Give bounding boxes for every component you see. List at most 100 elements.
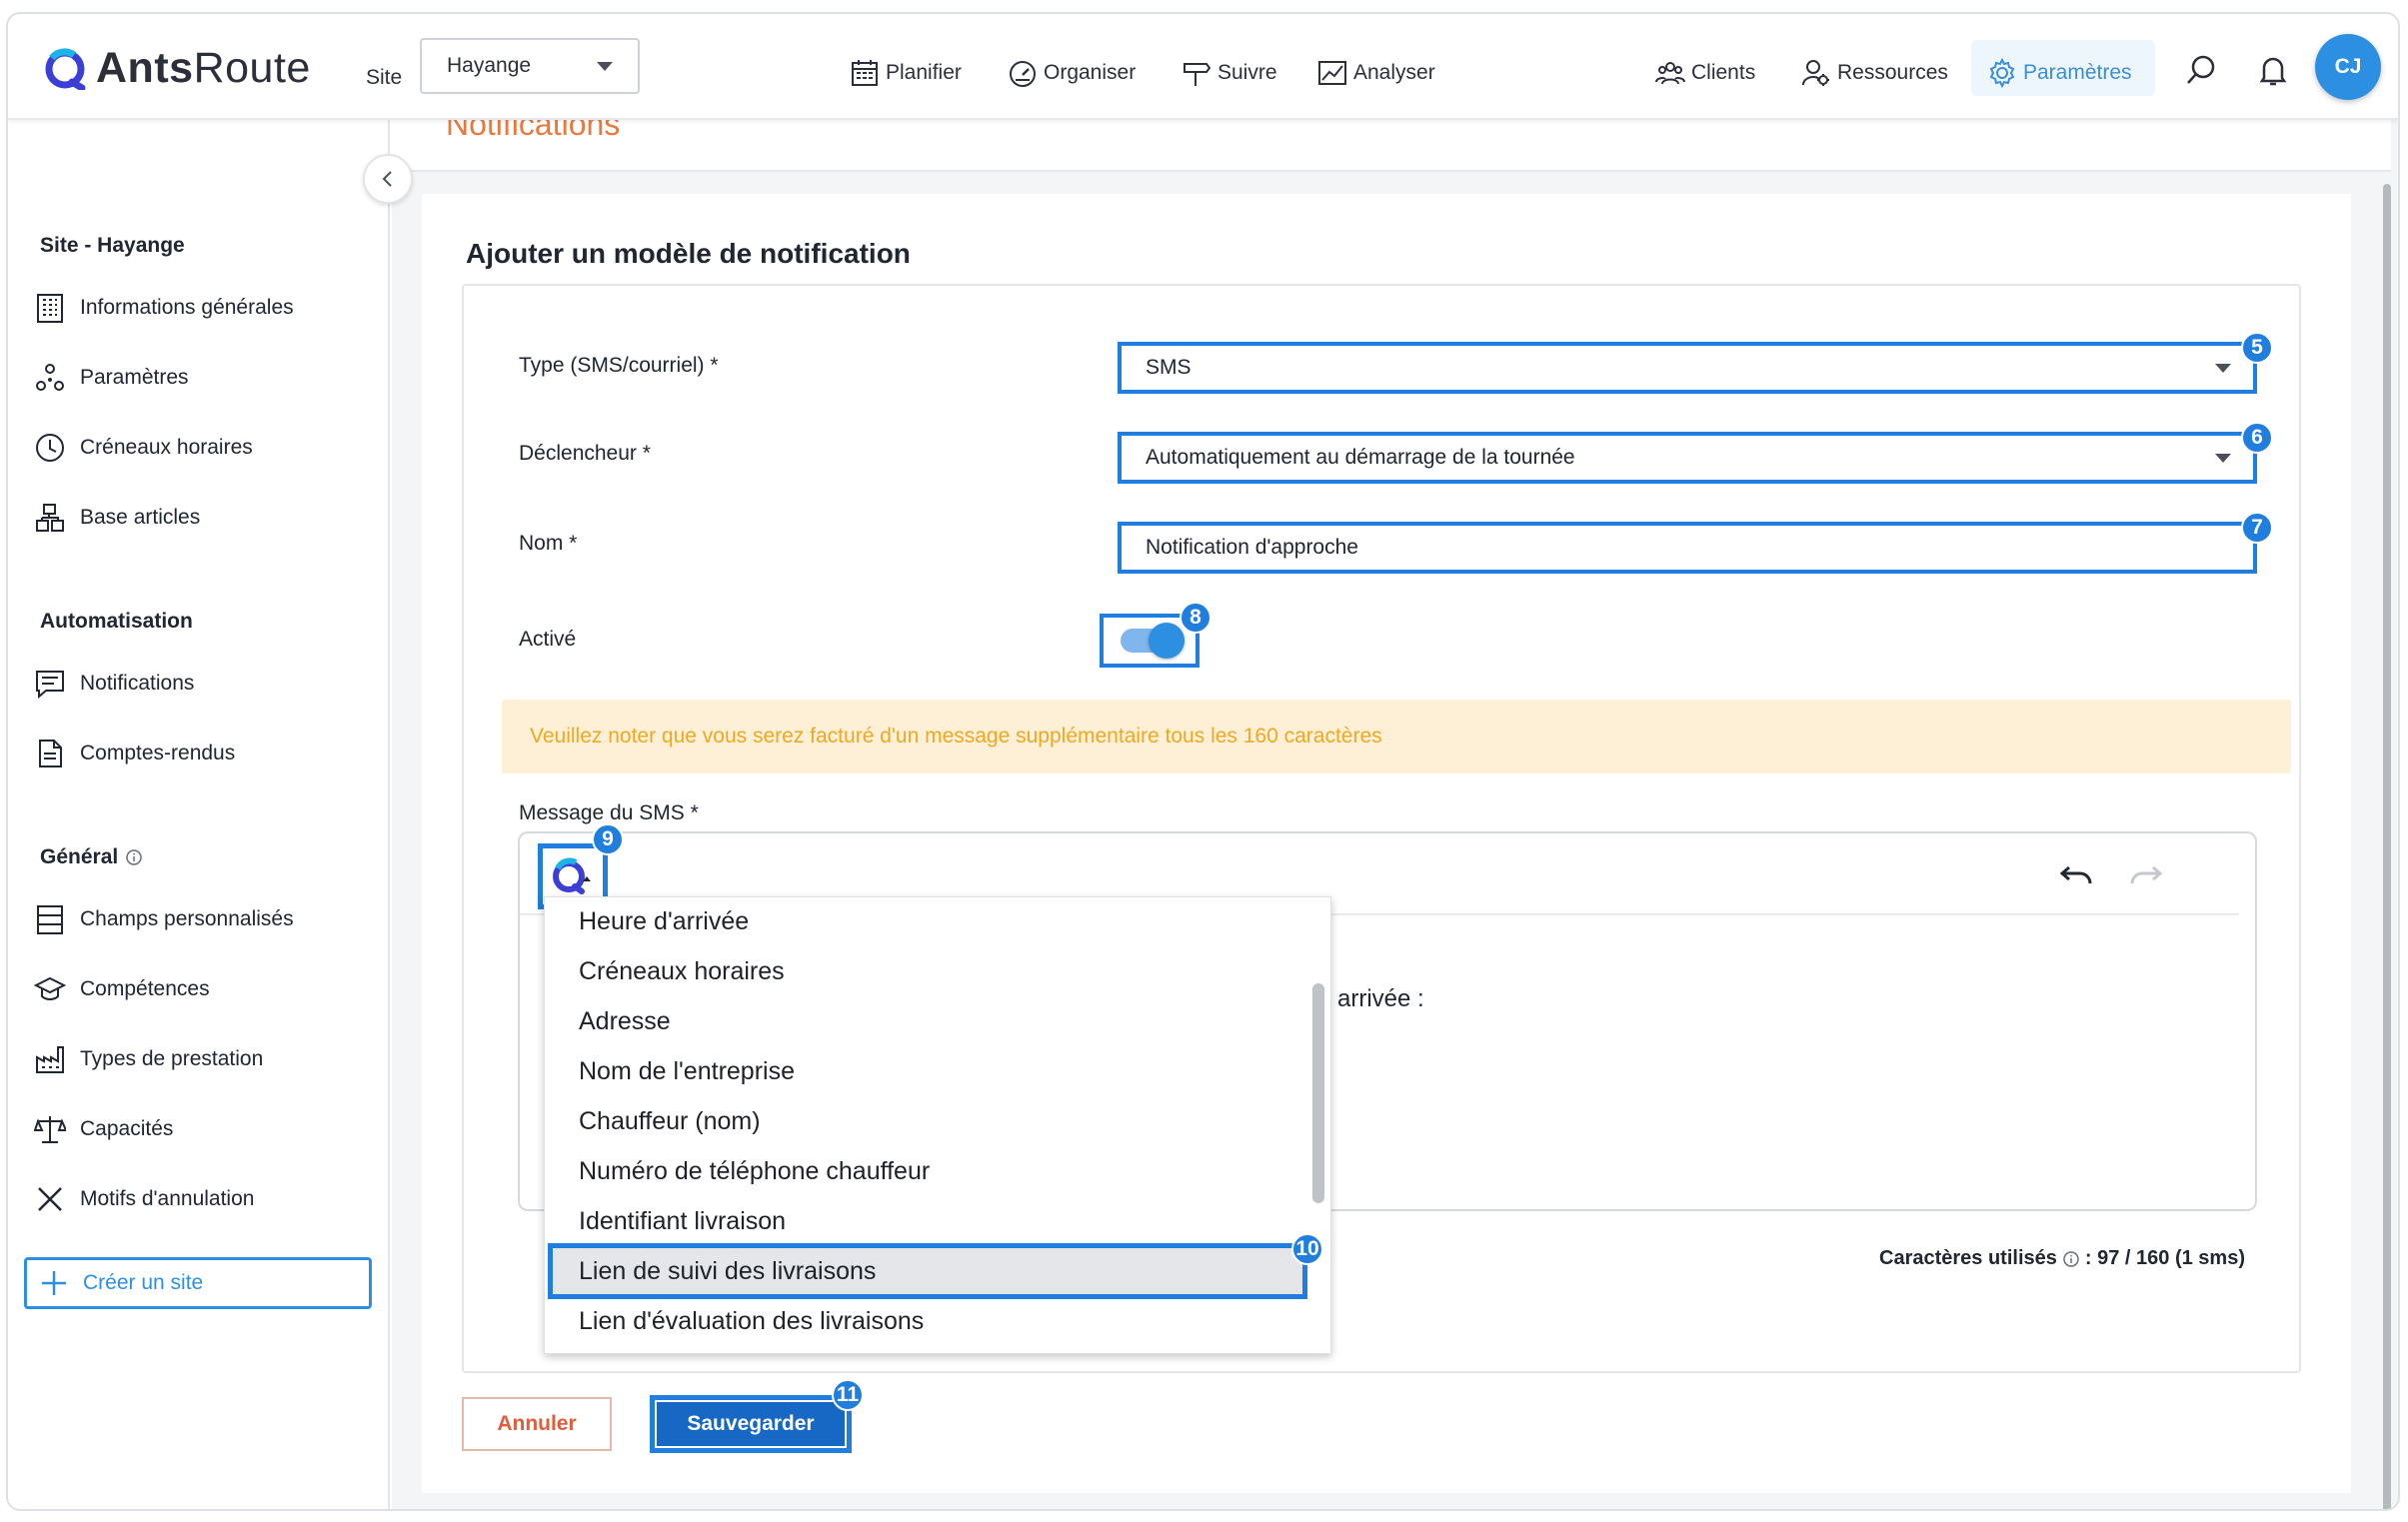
nav-label: Paramètres [2023,61,2132,84]
message-icon [36,671,64,700]
plus-icon [42,1271,66,1295]
editor-text: arrivée : [1337,985,1424,1012]
redo-icon[interactable] [2127,861,2163,889]
dropdown-scrollbar[interactable] [1312,983,1324,1203]
name-input-value[interactable]: Notification d'approche [1146,536,1358,560]
annotation-badge: 8 [1180,602,1211,634]
dropdown-item[interactable]: Chauffeur (nom) [579,1107,761,1136]
site-select-value: Hayange [447,54,532,77]
sidebar-item-types-prestation[interactable]: Types de prestation [34,1043,263,1075]
billing-warning: Veuillez noter que vous serez facturé d'… [502,700,2291,773]
create-site-button[interactable]: Créer un site [24,1257,372,1309]
sidebar-item-label: Compétences [80,977,210,1000]
sidebar-item-base-articles[interactable]: Base articles [34,502,200,534]
dropdown-item[interactable]: Créneaux horaires [579,957,785,986]
name-input[interactable]: Notification d'approche [1118,522,2257,574]
save-button[interactable]: Sauvegarder [650,1395,852,1453]
sidebar-item-notifications[interactable]: Notifications [34,668,194,700]
sidebar-section-general-label: Général [40,845,119,868]
type-label: Type (SMS/courriel) * [519,354,719,377]
info-icon [2063,1250,2079,1267]
sidebar-item-label: Types de prestation [80,1047,264,1070]
sidebar-section-site: Site - Hayange [40,234,185,257]
sidebar-item-competences[interactable]: Compétences [34,973,210,1005]
x-icon [38,1187,62,1211]
search-icon[interactable] [2183,52,2219,88]
sidebar-item-comptes-rendus[interactable]: Comptes-rendus [34,738,235,769]
char-counter-label: Caractères utilisés [1879,1247,2057,1269]
clock-icon [36,434,64,462]
nav-parametres[interactable]: Paramètres [1987,58,2132,88]
avatar[interactable]: CJ [2315,34,2381,100]
annotation-badge: 5 [2241,332,2273,364]
nav-organiser[interactable]: Organiser [1008,58,1136,88]
dropdown-item[interactable]: Adresse [579,1007,671,1036]
sidebar: Site - Hayange Informations générales Pa… [8,120,390,1509]
nav-ressources[interactable]: Ressources [1801,58,1948,88]
cancel-button[interactable]: Annuler [462,1397,612,1451]
nodes-icon [36,364,64,391]
type-select-value: SMS [1146,356,1192,379]
annotation-badge: 10 [1291,1233,1323,1265]
nav-suivre[interactable]: Suivre [1182,58,1277,88]
document-icon [39,740,62,767]
dropdown-item[interactable]: Heure d'arrivée [579,907,749,936]
page-scrollbar[interactable] [2383,184,2391,1509]
dropdown-item[interactable]: Nom de l'entreprise [579,1057,795,1086]
trigger-select[interactable]: Automatiquement au démarrage de la tourn… [1118,432,2257,484]
chevron-down-icon [2215,453,2231,463]
factory-icon [36,1046,64,1073]
sidebar-item-champs[interactable]: Champs personnalisés [34,903,294,935]
building-icon [37,294,63,323]
sidebar-item-label: Comptes-rendus [80,742,236,764]
collapse-sidebar-button[interactable] [363,154,413,204]
nav-label: Suivre [1217,61,1277,84]
logo-text: AntsRoute [96,44,311,92]
sidebar-item-motifs[interactable]: Motifs d'annulation [34,1183,254,1215]
site-label: Site [366,66,403,89]
logo-icon [45,47,86,90]
nav-clients[interactable]: Clients [1655,58,1755,88]
form-heading: Ajouter un modèle de notification [466,238,911,269]
sidebar-item-capacites[interactable]: Capacités [34,1113,173,1145]
nav-label: Ressources [1837,61,1948,84]
undo-icon[interactable] [2059,861,2095,889]
site-select[interactable]: Hayange [420,38,640,94]
name-label: Nom * [519,532,578,555]
nav-label: Organiser [1044,61,1137,84]
sidebar-item-label: Motifs d'annulation [80,1187,255,1210]
sidebar-item-creneaux[interactable]: Créneaux horaires [34,432,253,464]
variable-dropdown: Heure d'arrivée Créneaux horaires Adress… [544,896,1331,1354]
sidebar-item-label: Créneaux horaires [80,436,253,459]
dropdown-item[interactable]: Identifiant livraison [579,1207,786,1236]
type-select[interactable]: SMS [1118,342,2257,394]
dropdown-item-highlighted[interactable]: Lien de suivi des livraisons [548,1243,1307,1299]
nav-label: Clients [1691,61,1756,84]
annotation-badge: 11 [832,1379,864,1411]
sidebar-item-informations[interactable]: Informations générales [34,292,294,324]
annotation-badge: 9 [592,823,624,855]
fields-icon [37,905,63,934]
top-bar: AntsRoute Site Hayange Planifier Organis… [8,14,2398,120]
app-window: AntsRoute Site Hayange Planifier Organis… [6,12,2400,1511]
toggle-knob [1149,623,1185,659]
dropdown-item[interactable]: Lien d'évaluation des livraisons [579,1307,924,1336]
nav-planifier[interactable]: Planifier [850,58,962,88]
chevron-down-icon [2215,363,2231,373]
toggle-track [1121,623,1185,659]
bell-icon[interactable] [2255,52,2291,88]
sidebar-item-label: Paramètres [80,366,189,389]
sidebar-item-parametres[interactable]: Paramètres [34,362,189,394]
annotation-badge: 7 [2241,512,2273,544]
main-content: Notifications Ajouter un modèle de notif… [392,120,2398,1509]
sidebar-item-label: Champs personnalisés [80,907,294,930]
logo[interactable]: AntsRoute [44,44,311,93]
trigger-select-value: Automatiquement au démarrage de la tourn… [1146,446,1575,469]
nav-analyser[interactable]: Analyser [1317,58,1435,88]
nav-label: Analyser [1353,61,1435,84]
chevron-down-icon [597,61,613,71]
page-title: Notifications [446,120,621,142]
dropdown-item[interactable]: Numéro de téléphone chauffeur [579,1157,930,1186]
sidebar-item-label: Notifications [80,672,195,695]
calendar-icon [852,60,878,86]
